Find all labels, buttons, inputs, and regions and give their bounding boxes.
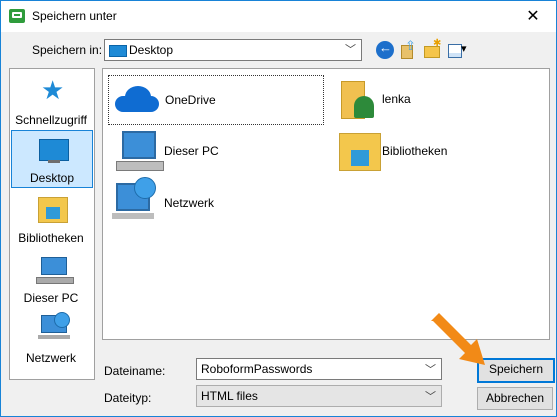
item-label: Netzwerk: [164, 196, 215, 210]
file-list: OneDrive lenka Dieser PC Bibliotheken Ne…: [102, 68, 550, 340]
filename-input[interactable]: RoboformPasswords ﹀: [196, 358, 442, 380]
place-quick-access[interactable]: ★ Schnellzugriff: [11, 73, 91, 129]
view-menu-icon[interactable]: [447, 41, 469, 59]
place-label: Dieser PC: [23, 291, 79, 305]
libraries-icon: [339, 133, 381, 171]
filetype-value: HTML files: [201, 389, 258, 403]
title-bar: Speichern unter ✕: [1, 1, 556, 32]
place-desktop[interactable]: Desktop: [11, 130, 93, 188]
place-this-pc[interactable]: Dieser PC: [11, 251, 91, 307]
save-dialog: Speichern unter ✕ Speichern in: Desktop …: [0, 0, 557, 417]
onedrive-icon: [115, 86, 159, 112]
place-network[interactable]: Netzwerk: [11, 311, 91, 367]
item-label: OneDrive: [165, 93, 216, 107]
orange-arrow-icon: [431, 313, 485, 365]
list-item-libraries[interactable]: Bibliotheken: [333, 127, 533, 175]
user-folder-icon: [341, 81, 374, 119]
chevron-down-icon: ﹀: [425, 391, 436, 403]
up-folder-icon[interactable]: [399, 38, 417, 59]
libraries-icon: [38, 197, 68, 223]
desktop-icon: [109, 45, 127, 57]
item-label: Bibliotheken: [382, 144, 448, 158]
place-label: Schnellzugriff: [15, 113, 87, 127]
list-item-this-pc[interactable]: Dieser PC: [108, 127, 322, 175]
cancel-button[interactable]: Abbrechen: [477, 387, 553, 410]
filename-label: Dateiname:: [104, 364, 166, 378]
close-button[interactable]: ✕: [510, 1, 556, 32]
roboform-app-icon: [9, 9, 25, 23]
back-icon[interactable]: [376, 40, 394, 59]
star-icon: ★: [41, 75, 65, 105]
list-item-onedrive[interactable]: OneDrive: [108, 75, 324, 125]
filetype-label: Dateityp:: [104, 391, 152, 405]
filetype-select[interactable]: HTML files ﹀: [196, 385, 442, 407]
place-libraries[interactable]: Bibliotheken: [11, 191, 91, 247]
place-label: Bibliotheken: [18, 231, 84, 245]
computer-icon: [36, 257, 74, 284]
dialog-title: Speichern unter: [32, 9, 117, 23]
desktop-icon: [39, 139, 69, 163]
filename-value: RoboformPasswords: [201, 362, 313, 376]
place-label: Desktop: [29, 171, 75, 185]
place-label: Netzwerk: [25, 351, 76, 365]
computer-icon: [116, 131, 164, 171]
list-item-network[interactable]: Netzwerk: [108, 177, 322, 227]
lookin-dropdown[interactable]: Desktop ﹀: [104, 39, 362, 61]
network-icon: [112, 177, 156, 219]
chevron-down-icon: ﹀: [345, 44, 356, 56]
network-icon: [38, 312, 70, 339]
lookin-value: Desktop: [129, 43, 174, 57]
item-label: lenka: [382, 92, 411, 106]
item-label: Dieser PC: [164, 144, 219, 158]
new-folder-icon[interactable]: [423, 38, 441, 59]
list-item-user[interactable]: lenka: [333, 75, 533, 123]
places-bar: ★ Schnellzugriff Desktop Bibliotheken Di…: [9, 68, 95, 380]
lookin-label: Speichern in:: [32, 43, 103, 57]
